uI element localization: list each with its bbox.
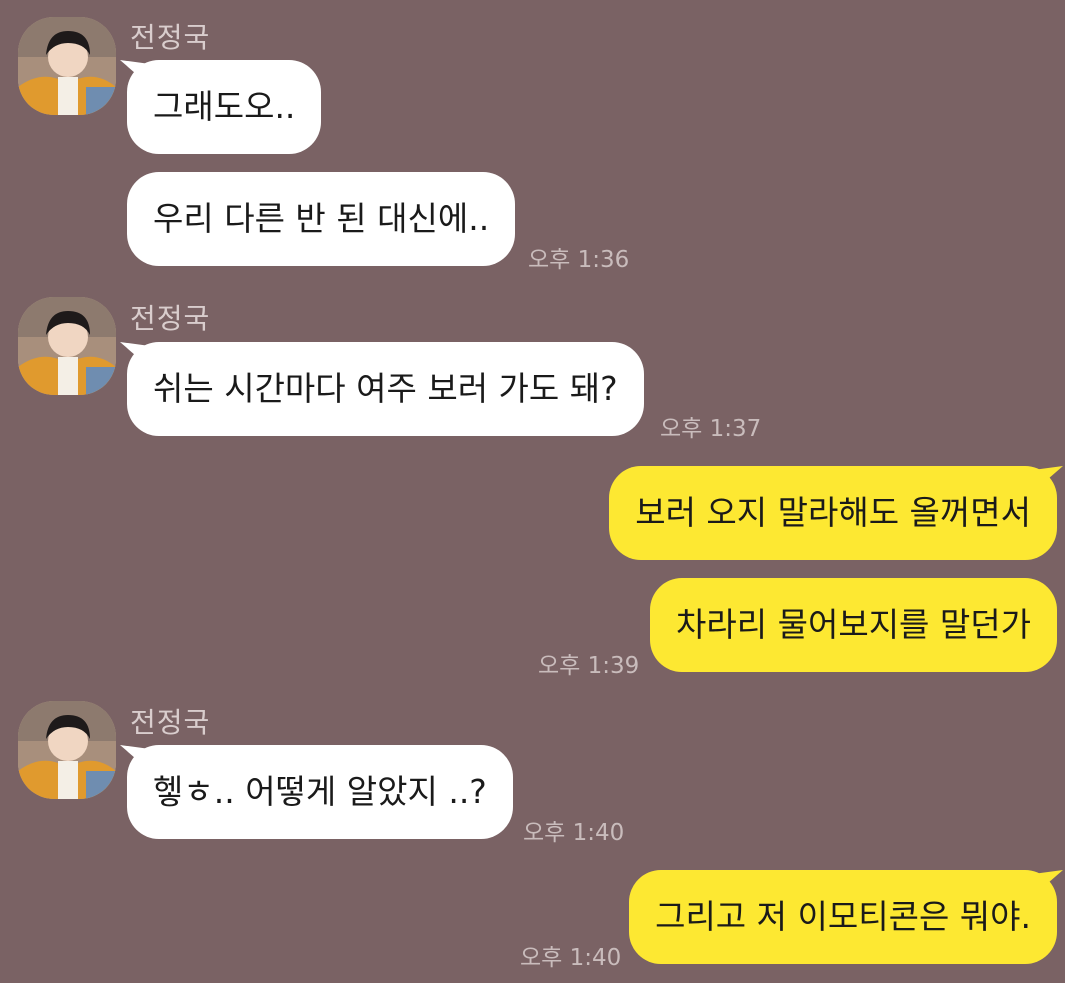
message-bubble[interactable]: 그래도오.. — [127, 60, 322, 154]
message-bubble[interactable]: 쉬는 시간마다 여주 보러 가도 돼? — [127, 342, 644, 436]
message-time: 오후 1:37 — [660, 416, 762, 442]
message-bubble[interactable]: 우리 다른 반 된 대신에.. — [127, 172, 516, 266]
message-bubble[interactable]: 헿ㅎ.. 어떻게 알았지 ..? — [127, 745, 513, 839]
sender-name: 전정국 — [130, 706, 211, 739]
profile-photo-icon — [18, 17, 116, 115]
message-time: 오후 1:36 — [528, 247, 630, 273]
message-bubble[interactable]: 보러 오지 말라해도 올꺼면서 — [609, 466, 1057, 560]
message-time: 오후 1:40 — [520, 945, 622, 971]
avatar[interactable] — [18, 297, 116, 395]
profile-photo-icon — [18, 701, 116, 799]
message-bubble[interactable]: 그리고 저 이모티콘은 뭐야. — [629, 870, 1057, 964]
avatar[interactable] — [18, 701, 116, 799]
sender-name: 전정국 — [130, 302, 211, 335]
profile-photo-icon — [18, 297, 116, 395]
message-time: 오후 1:39 — [538, 653, 640, 679]
message-time: 오후 1:40 — [523, 820, 625, 846]
sender-name: 전정국 — [130, 21, 211, 54]
avatar[interactable] — [18, 17, 116, 115]
message-bubble[interactable]: 차라리 물어보지를 말던가 — [650, 578, 1057, 672]
